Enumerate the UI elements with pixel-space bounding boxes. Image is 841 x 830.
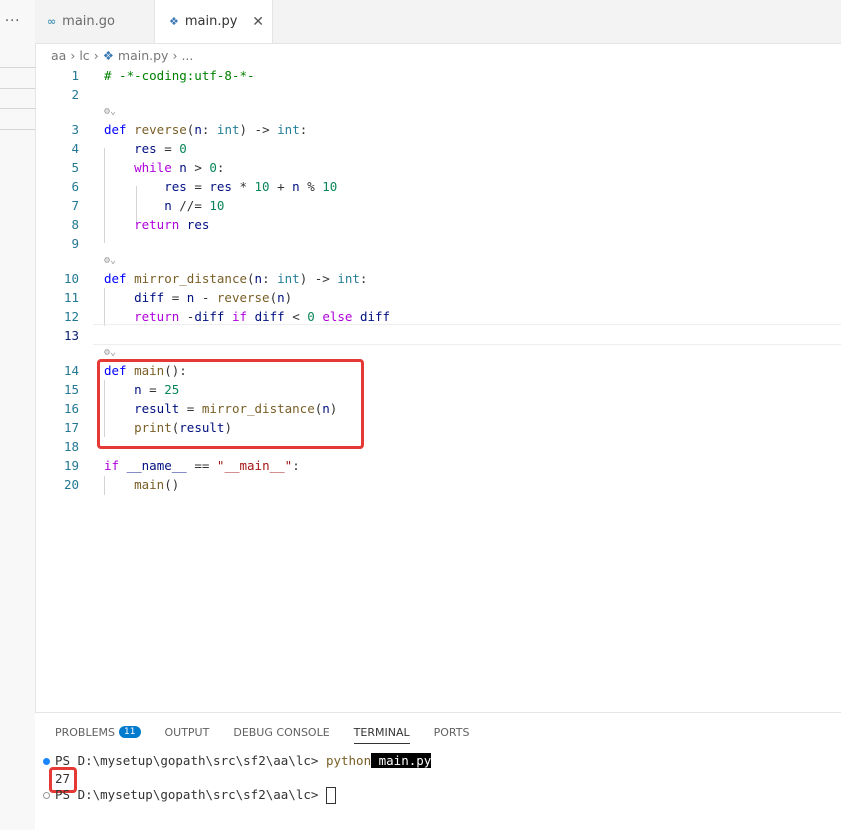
breadcrumb-item[interactable]: ...	[181, 48, 193, 63]
panel-tabs: PROBLEMS 11 OUTPUT DEBUG CONSOLE TERMINA…	[55, 721, 493, 744]
chevron-right-icon: ›	[93, 47, 99, 63]
terminal-cursor	[325, 787, 336, 804]
code-text: return -diff if diff < 0 else diff	[134, 309, 391, 324]
code-line: 12 return -diff if diff < 0 else diff	[35, 307, 841, 326]
terminal-prompt: PS D:\mysetup\gopath\src\sf2\aa\lc>	[55, 787, 326, 802]
code-text: while n > 0:	[134, 160, 225, 175]
go-icon: ∞	[47, 15, 57, 28]
line-number: 15	[63, 382, 79, 397]
line-number: 3	[71, 122, 79, 137]
command-status-dot	[43, 792, 50, 799]
more-actions-icon[interactable]: ···	[5, 14, 20, 29]
codelens-icon[interactable]: ⚙⌄	[104, 104, 116, 120]
tab-label: OUTPUT	[164, 725, 210, 739]
code-line: 6 res = res * 10 + n % 10	[35, 177, 841, 196]
line-number: 16	[63, 401, 79, 416]
terminal-line[interactable]: PS D:\mysetup\gopath\src\sf2\aa\lc>	[55, 787, 841, 804]
breadcrumb: aa › lc › ❖ main.py › ...	[35, 44, 841, 66]
tab-debug-console[interactable]: DEBUG CONSOLE	[233, 721, 329, 743]
code-text: main()	[134, 477, 180, 492]
tab-main-py[interactable]: ❖ main.py ✕	[155, 0, 273, 43]
bottom-panel: PROBLEMS 11 OUTPUT DEBUG CONSOLE TERMINA…	[35, 712, 841, 830]
tab-label: PROBLEMS	[55, 725, 116, 739]
line-number: 7	[71, 198, 79, 213]
line-number: 6	[71, 179, 79, 194]
tab-main-go[interactable]: ∞ main.go	[35, 0, 155, 43]
activity-sidebar: ···	[0, 0, 36, 830]
code-text: return res	[134, 217, 210, 232]
code-line: 3 def reverse(n: int) -> int:	[35, 120, 841, 139]
code-line: 13	[35, 326, 841, 345]
breadcrumb-item[interactable]: lc	[79, 48, 89, 63]
terminal-output: 27	[55, 771, 841, 786]
python-icon: ❖	[169, 15, 179, 28]
editor-tab-bar: ∞ main.go ❖ main.py ✕	[35, 0, 841, 44]
highlight-box	[97, 359, 364, 449]
code-text: res = res * 10 + n % 10	[164, 179, 338, 194]
tab-label: main.go	[62, 14, 115, 29]
problems-badge: 11	[119, 726, 141, 738]
breadcrumb-item[interactable]: main.py	[118, 48, 169, 63]
code-text: diff = n - reverse(n)	[134, 290, 293, 305]
code-line: 10 def mirror_distance(n: int) -> int:	[35, 269, 841, 288]
code-line: 8 return res	[35, 215, 841, 234]
terminal-prompt: PS D:\mysetup\gopath\src\sf2\aa\lc>	[55, 753, 326, 768]
sidebar-divider	[0, 88, 35, 89]
code-line: 7 n //= 10	[35, 196, 841, 215]
code-line: 5 while n > 0:	[35, 158, 841, 177]
close-icon[interactable]: ✕	[252, 14, 264, 30]
python-icon: ❖	[102, 47, 114, 63]
line-number: 11	[63, 290, 79, 305]
sidebar-divider	[0, 67, 35, 68]
code-line: 4 res = 0	[35, 139, 841, 158]
line-number: 20	[63, 477, 79, 492]
sidebar-divider	[0, 129, 35, 130]
line-number: 5	[71, 160, 79, 175]
line-number: 8	[71, 217, 79, 232]
code-line: 9	[35, 234, 841, 253]
chevron-right-icon: ›	[70, 47, 76, 63]
code-text: def mirror_distance(n: int) -> int:	[104, 271, 368, 286]
line-number: 14	[63, 363, 79, 378]
line-number: 19	[63, 458, 79, 473]
chevron-right-icon: ›	[172, 47, 178, 63]
tab-label: TERMINAL	[353, 725, 410, 739]
line-number: 10	[63, 271, 79, 286]
code-text: def reverse(n: int) -> int:	[104, 122, 308, 137]
code-text: n //= 10	[164, 198, 225, 213]
terminal-line: PS D:\mysetup\gopath\src\sf2\aa\lc> pyth…	[55, 753, 841, 768]
line-number: 2	[71, 87, 79, 102]
tab-problems[interactable]: PROBLEMS 11	[55, 721, 141, 743]
code-text: # -*-coding:utf-8-*-	[104, 68, 255, 83]
code-text: res = 0	[134, 141, 187, 156]
line-number: 18	[63, 439, 79, 454]
tab-terminal[interactable]: TERMINAL	[353, 721, 410, 744]
line-number: 12	[63, 309, 79, 324]
code-line: 20 main()	[35, 475, 841, 494]
terminal-command: python	[325, 753, 372, 768]
code-line: 19 if __name__ == "__main__":	[35, 456, 841, 475]
command-status-dot	[43, 758, 50, 765]
code-line: 2	[35, 85, 841, 104]
breadcrumb-item[interactable]: aa	[51, 48, 66, 63]
code-text: if __name__ == "__main__":	[104, 458, 300, 473]
line-number: 1	[71, 68, 79, 83]
tab-ports[interactable]: PORTS	[434, 721, 470, 743]
line-number: 4	[71, 141, 79, 156]
tab-label: DEBUG CONSOLE	[233, 725, 330, 739]
sidebar-divider	[0, 108, 35, 109]
code-editor[interactable]: 1 # -*-coding:utf-8-*- 2 ⚙⌄ 3 def reverse(…	[35, 66, 841, 711]
tab-label: PORTS	[433, 725, 470, 739]
codelens-icon[interactable]: ⚙⌄	[104, 253, 116, 269]
tab-label: main.py	[184, 14, 238, 29]
code-line: 11 diff = n - reverse(n)	[35, 288, 841, 307]
line-number: 9	[71, 236, 79, 251]
line-number: 17	[63, 420, 79, 435]
terminal-argument: main.py	[371, 753, 432, 768]
tab-output[interactable]: OUTPUT	[165, 721, 210, 743]
line-number: 13	[63, 328, 79, 343]
code-line: 1 # -*-coding:utf-8-*-	[35, 66, 841, 85]
